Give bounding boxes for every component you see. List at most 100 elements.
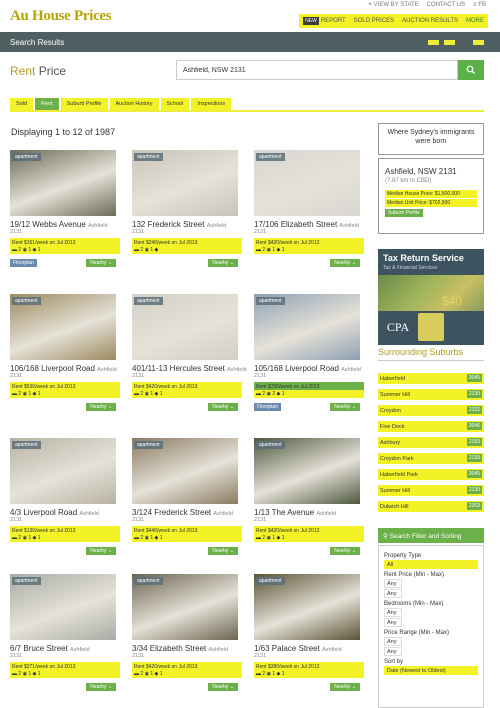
nearby-button[interactable]: Nearby ⌄ — [208, 547, 238, 555]
listing-card[interactable]: apartment 1/63 Palace Street Ashfield 2131… — [254, 574, 364, 691]
nearby-button[interactable]: Nearby ⌄ — [86, 683, 116, 691]
tab-auction-history[interactable]: Auction History — [109, 98, 159, 110]
floorplan-button[interactable]: Floorplan — [10, 259, 37, 267]
tab-inspections[interactable]: Inspections — [191, 98, 232, 110]
nearby-button[interactable]: Nearby ⌄ — [86, 547, 116, 555]
listing-card[interactable]: apartment 4/3 Liverpool Road Ashfield 2131… — [10, 438, 120, 555]
tax-return-ad[interactable]: Tax Return Service Tax & Financial Servi… — [378, 249, 484, 345]
listing-photo[interactable]: apartment — [10, 574, 116, 640]
subbar-control[interactable] — [428, 40, 439, 45]
tab-school[interactable]: School — [160, 98, 190, 110]
view-by-state-link[interactable]: ⌖ View by State — [369, 2, 419, 9]
nearby-button[interactable]: Nearby ⌄ — [330, 259, 360, 267]
nearby-button[interactable]: Nearby ⌄ — [330, 547, 360, 555]
tab-sold[interactable]: Sold — [10, 98, 34, 110]
sort-label: Sort by — [384, 659, 404, 665]
listing-photo[interactable]: apartment — [10, 438, 116, 504]
listing-address[interactable]: 106/168 Liverpool Road Ashfield — [10, 364, 120, 373]
rent-min-select[interactable]: Any — [384, 579, 402, 588]
bedrooms-max-select[interactable]: Any — [384, 618, 402, 627]
listing-address[interactable]: 17/106 Elizabeth Street Ashfield — [254, 220, 364, 229]
rent-max-select[interactable]: Any — [384, 589, 402, 598]
suburb-row[interactable]: Haberfield 2045 — [378, 373, 484, 384]
nearby-button[interactable]: Nearby ⌄ — [86, 403, 116, 411]
nearby-button[interactable]: Nearby ⌄ — [208, 683, 238, 691]
contact-us-link[interactable]: Contact Us — [427, 2, 465, 9]
listing-card[interactable]: apartment 6/7 Bruce Street Ashfield 2131 Re… — [10, 574, 120, 691]
listing-card[interactable]: apartment 19/12 Webbs Avenue Ashfield 2131… — [10, 150, 120, 267]
listing-card[interactable]: apartment 401/11-13 Hercules Street Ashfi… — [132, 294, 247, 411]
listing-address[interactable]: 401/11-13 Hercules Street Ashfield — [132, 364, 247, 373]
listing-suburb: Ashfield — [88, 223, 108, 229]
suburb-row[interactable]: Five Dock 2046 — [378, 421, 484, 432]
listing-suburb: Ashfield — [316, 511, 337, 517]
tab-rent[interactable]: Rent — [35, 98, 59, 110]
listing-photo[interactable]: apartment — [132, 438, 238, 504]
nav-report[interactable]: Report — [321, 18, 346, 24]
listing-photo[interactable]: apartment — [254, 438, 360, 504]
listing-address[interactable]: 1/63 Palace Street Ashfield — [254, 644, 364, 653]
suburb-row[interactable]: Croydon Park 2133 — [378, 453, 484, 464]
listing-photo[interactable]: apartment — [132, 150, 238, 216]
nearby-button[interactable]: Nearby ⌄ — [330, 683, 360, 691]
suburb-row[interactable]: Summer Hill 2130 — [378, 485, 484, 496]
suburb-row[interactable]: Dulwich Hill 2203 — [378, 501, 484, 512]
listing-address[interactable]: 3/34 Elizabeth Street Ashfield — [132, 644, 242, 653]
price-range: Any — [384, 646, 478, 656]
listing-card[interactable]: apartment 106/168 Liverpool Road Ashfield… — [10, 294, 120, 411]
listing-photo[interactable]: apartment — [254, 150, 360, 216]
surrounding-suburbs-title: Surrounding Suburbs — [378, 347, 484, 361]
listing-address[interactable]: 3/124 Frederick Street Ashfield — [132, 508, 242, 517]
nav-auction-results[interactable]: Auction Results — [402, 18, 458, 24]
nearby-button[interactable]: Nearby ⌄ — [330, 403, 360, 411]
subbar-control[interactable] — [473, 40, 484, 45]
floorplan-button[interactable]: Floorplan — [254, 403, 281, 411]
filter-header[interactable]: ⚲ Search Filter and Sorting — [378, 528, 484, 543]
listing-photo[interactable]: apartment — [10, 150, 116, 216]
sort-select[interactable]: Date (Newest to Oldest) — [384, 666, 478, 675]
nearby-button[interactable]: Nearby ⌄ — [208, 259, 238, 267]
car-icon: ◆ — [154, 391, 159, 397]
property-type-select[interactable]: All — [384, 560, 478, 569]
site-logo[interactable]: Au House Prices — [10, 8, 112, 25]
listing-photo[interactable]: apartment — [10, 294, 116, 360]
suburb-name: Dulwich Hill — [380, 503, 409, 510]
surrounding-suburbs-list: Haberfield 2045 Summer Hill 2130 Croydon 2132… — [378, 373, 484, 517]
nav-sold-prices[interactable]: Sold Prices — [354, 18, 394, 24]
listing-address[interactable]: 4/3 Liverpool Road Ashfield — [10, 508, 120, 517]
facebook-link[interactable]: ≡ FB — [473, 2, 486, 9]
listing-address[interactable]: 1/13 The Avenue Ashfield — [254, 508, 364, 517]
bath-count: 1 — [150, 671, 154, 677]
listing-photo[interactable]: apartment — [254, 294, 360, 360]
nearby-button[interactable]: Nearby ⌄ — [208, 403, 238, 411]
nearby-button[interactable]: Nearby ⌄ — [86, 259, 116, 267]
subbar-control[interactable] — [444, 40, 455, 45]
listing-card[interactable]: apartment 132 Frederick Street Ashfield 21… — [132, 150, 242, 267]
tab-suburb-profile[interactable]: Suburb Profile — [60, 98, 108, 110]
price-min-select[interactable]: Any — [384, 637, 402, 646]
search-input[interactable] — [176, 60, 458, 80]
listing-address[interactable]: 132 Frederick Street Ashfield — [132, 220, 242, 229]
listing-photo[interactable]: apartment — [254, 574, 360, 640]
listing-address[interactable]: 105/168 Liverpool Road Ashfield — [254, 364, 364, 373]
search-button[interactable] — [458, 60, 484, 80]
listing-card[interactable]: apartment 3/124 Frederick Street Ashfield… — [132, 438, 242, 555]
suburb-row[interactable]: Ashbury 2193 — [378, 437, 484, 448]
immigrants-promo[interactable]: Where Sydney's immigrants were born — [378, 123, 484, 155]
price-max-select[interactable]: Any — [384, 647, 402, 656]
listing-address[interactable]: 6/7 Bruce Street Ashfield — [10, 644, 120, 653]
listing-address[interactable]: 19/12 Webbs Avenue Ashfield — [10, 220, 120, 229]
listing-card[interactable]: apartment 105/168 Liverpool Road Ashfield… — [254, 294, 364, 411]
listing-photo[interactable]: apartment — [132, 574, 238, 640]
suburb-row[interactable]: Summer Hill 2130 — [378, 389, 484, 400]
listing-card[interactable]: apartment 1/13 The Avenue Ashfield 2131 Ren… — [254, 438, 364, 555]
listing-photo[interactable]: apartment — [132, 294, 238, 360]
chevron-down-icon: ⌄ — [107, 260, 112, 266]
nav-more[interactable]: More — [466, 18, 484, 24]
suburb-profile-button[interactable]: Suburb Profile — [385, 209, 423, 217]
listing-card[interactable]: apartment 17/106 Elizabeth Street Ashfiel… — [254, 150, 364, 267]
listing-card[interactable]: apartment 3/34 Elizabeth Street Ashfield 2… — [132, 574, 242, 691]
bedrooms-min-select[interactable]: Any — [384, 608, 402, 617]
suburb-row[interactable]: Haberfield Park 2045 — [378, 469, 484, 480]
suburb-row[interactable]: Croydon 2132 — [378, 405, 484, 416]
